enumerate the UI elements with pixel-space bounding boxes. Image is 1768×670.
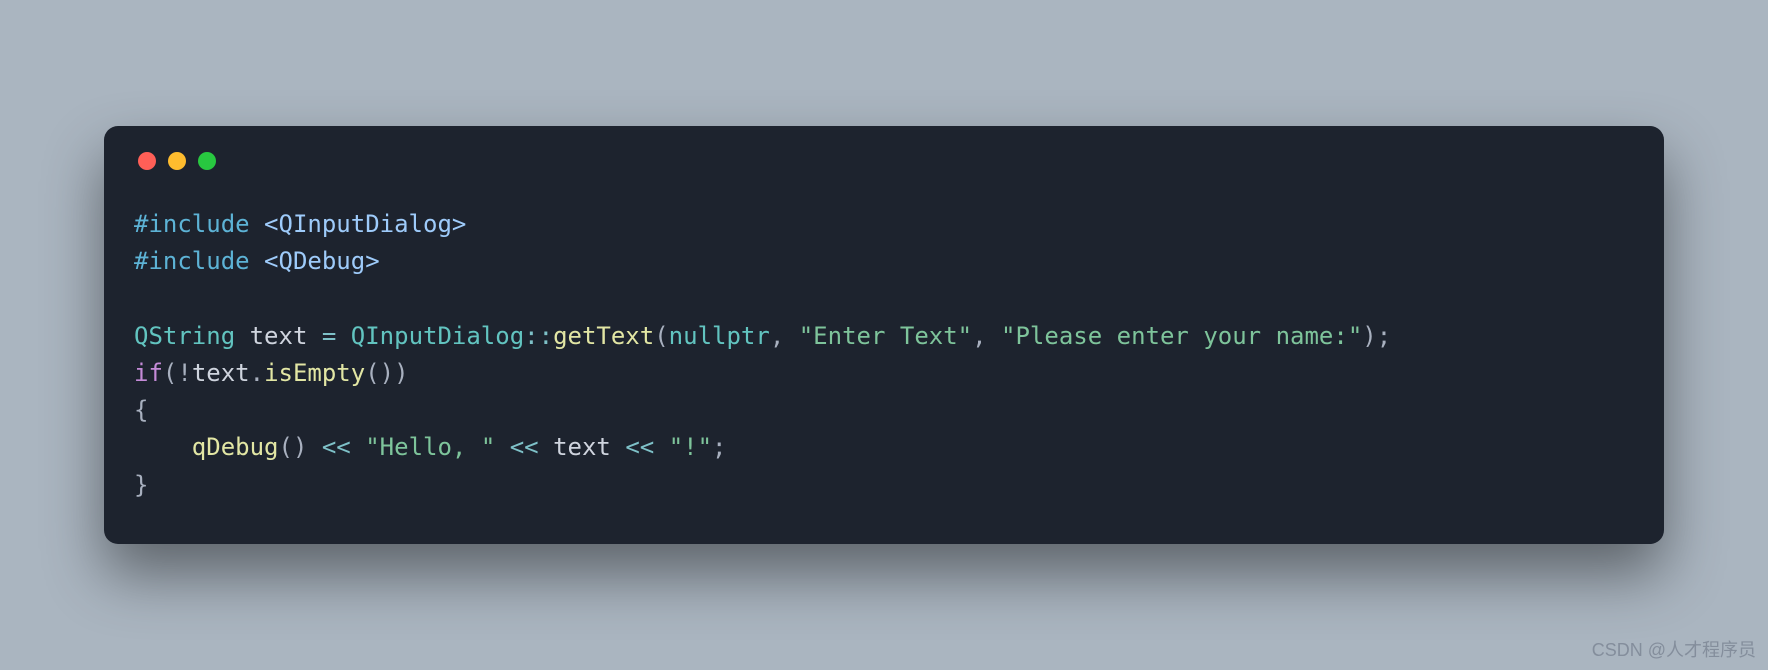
code-token — [134, 433, 192, 461]
code-token: text — [192, 359, 250, 387]
code-token: = — [322, 322, 336, 350]
traffic-light-close-icon[interactable] — [138, 152, 156, 170]
code-token: ( — [654, 322, 668, 350]
code-token: ; — [712, 433, 726, 461]
code-token: } — [134, 471, 148, 499]
code-token: (! — [163, 359, 192, 387]
code-token: , — [770, 322, 799, 350]
traffic-light-minimize-icon[interactable] — [168, 152, 186, 170]
code-token: <QDebug> — [264, 247, 380, 275]
code-token: ); — [1362, 322, 1391, 350]
code-token: :: — [524, 322, 553, 350]
code-token: . — [250, 359, 264, 387]
code-token — [351, 433, 365, 461]
code-token: nullptr — [669, 322, 770, 350]
code-token: , — [972, 322, 1001, 350]
code-token: #include — [134, 247, 250, 275]
code-token: { — [134, 396, 148, 424]
code-token: text — [553, 433, 611, 461]
code-block: #include <QInputDialog> #include <QDebug… — [134, 206, 1634, 504]
code-token: () — [279, 433, 322, 461]
code-token: <QInputDialog> — [264, 210, 466, 238]
code-window: #include <QInputDialog> #include <QDebug… — [104, 126, 1664, 544]
code-token: ()) — [365, 359, 408, 387]
code-token: << — [322, 433, 351, 461]
code-token: QInputDialog — [351, 322, 524, 350]
code-token: QString — [134, 322, 235, 350]
code-token: "!" — [669, 433, 712, 461]
code-token — [495, 433, 509, 461]
code-token — [307, 322, 321, 350]
code-token — [250, 247, 264, 275]
code-token — [539, 433, 553, 461]
code-token: qDebug — [192, 433, 279, 461]
traffic-light-zoom-icon[interactable] — [198, 152, 216, 170]
code-token — [654, 433, 668, 461]
code-token — [235, 322, 249, 350]
watermark-text: CSDN @人才程序员 — [1592, 636, 1756, 662]
code-token: getText — [553, 322, 654, 350]
code-token: << — [510, 433, 539, 461]
code-token — [611, 433, 625, 461]
code-token: "Hello, " — [365, 433, 495, 461]
code-token: #include — [134, 210, 250, 238]
code-token: << — [625, 433, 654, 461]
code-token: "Please enter your name:" — [1001, 322, 1362, 350]
code-token: isEmpty — [264, 359, 365, 387]
code-token: "Enter Text" — [799, 322, 972, 350]
code-token: text — [250, 322, 308, 350]
code-token — [250, 210, 264, 238]
code-token — [336, 322, 350, 350]
traffic-lights — [138, 152, 1634, 170]
code-token: if — [134, 359, 163, 387]
